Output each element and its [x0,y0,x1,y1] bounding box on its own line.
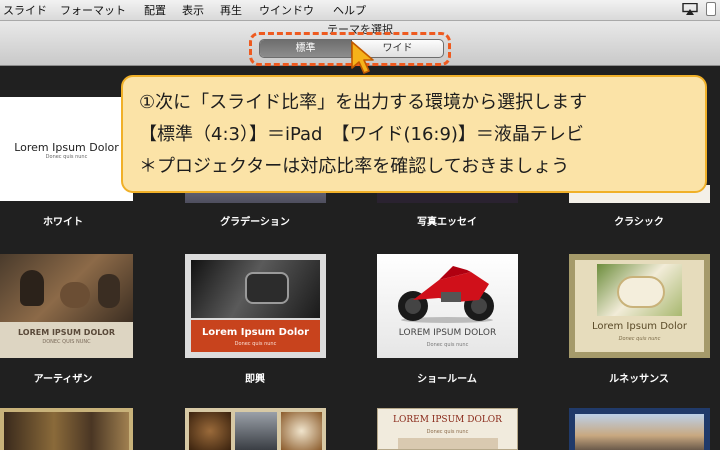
thumbnail-title: Lorem Ipsum Dolor [201,327,310,338]
thumbnail-title: Lorem Ipsum Dolor [14,141,119,154]
theme-thumbnail-renaissance[interactable]: Lorem Ipsum Dolor Donec quis nunc [569,254,710,358]
thumbnail-subtitle: Donec quis nunc [45,154,88,160]
callout-line-1: ①次に「スライド比率」を出力する環境から選択します [139,92,588,113]
thumbnail-subtitle: Donec quis nunc [618,336,661,342]
instruction-callout: ①次に「スライド比率」を出力する環境から選択します 【標準（4:3）】＝iPad… [121,75,707,193]
theme-caption: グラデーション [220,217,290,228]
theme-caption: ホワイト [43,217,83,228]
document-icon[interactable] [706,2,716,16]
theme-thumbnail-artisan[interactable]: LOREM IPSUM DOLOR DONEC QUIS NUNC [0,254,133,358]
thumbnail-subtitle: Donec quis nunc [426,342,469,348]
theme-caption: ショールーム [417,374,477,385]
callout-line-3: ＊プロジェクターは対応比率を確認しておきましょう [139,156,570,177]
thumbnail-subtitle: Donec quis nunc [426,429,469,435]
thumbnail-title: LOREM IPSUM DOLOR [393,415,502,425]
pointer-cursor-icon [351,41,374,74]
menu-help[interactable]: ヘルプ [333,2,366,18]
thumbnail-subtitle: DONEC QUIS NUNC [42,339,91,345]
theme-thumbnail-row3-4[interactable] [569,408,710,450]
thumbnail-subtitle: Donec quis nunc [234,341,277,347]
motorcycle-illustration [398,266,494,323]
callout-line-2: 【標準（4:3）】＝iPad 【ワイド(16:9)】＝液晶テレビ [139,124,584,145]
theme-thumbnail-row3-1[interactable] [0,408,133,450]
theme-thumbnail-row3-2[interactable] [185,408,326,450]
thumbnail-title: Lorem Ipsum Dolor [591,321,688,332]
thumbnail-title: LOREM IPSUM DOLOR [17,328,116,337]
airplay-icon[interactable] [682,3,698,15]
theme-caption: 即興 [245,374,265,385]
menu-window[interactable]: ウインドウ [259,2,314,18]
menu-bar: スライド フォーマット 配置 表示 再生 ウインドウ ヘルプ [0,0,720,21]
menu-arrange[interactable]: 配置 [144,2,166,18]
menu-slide[interactable]: スライド [3,2,47,18]
theme-caption: アーティザン [33,374,93,385]
theme-thumbnail-row3-3[interactable]: LOREM IPSUM DOLOR Donec quis nunc [377,408,518,450]
theme-thumbnail-showroom[interactable]: LOREM IPSUM DOLOR Donec quis nunc [377,254,518,358]
theme-thumbnail-improv[interactable]: Lorem Ipsum Dolor Donec quis nunc [185,254,326,358]
menu-format[interactable]: フォーマット [60,2,126,18]
menu-view[interactable]: 表示 [182,2,204,18]
theme-thumbnail-white[interactable]: Lorem Ipsum Dolor Donec quis nunc [0,97,133,201]
theme-caption: 写真エッセイ [417,217,477,228]
thumbnail-title: LOREM IPSUM DOLOR [398,328,497,338]
theme-caption: クラシック [614,217,664,228]
theme-caption: ルネッサンス [609,374,669,385]
menu-play[interactable]: 再生 [220,2,242,18]
